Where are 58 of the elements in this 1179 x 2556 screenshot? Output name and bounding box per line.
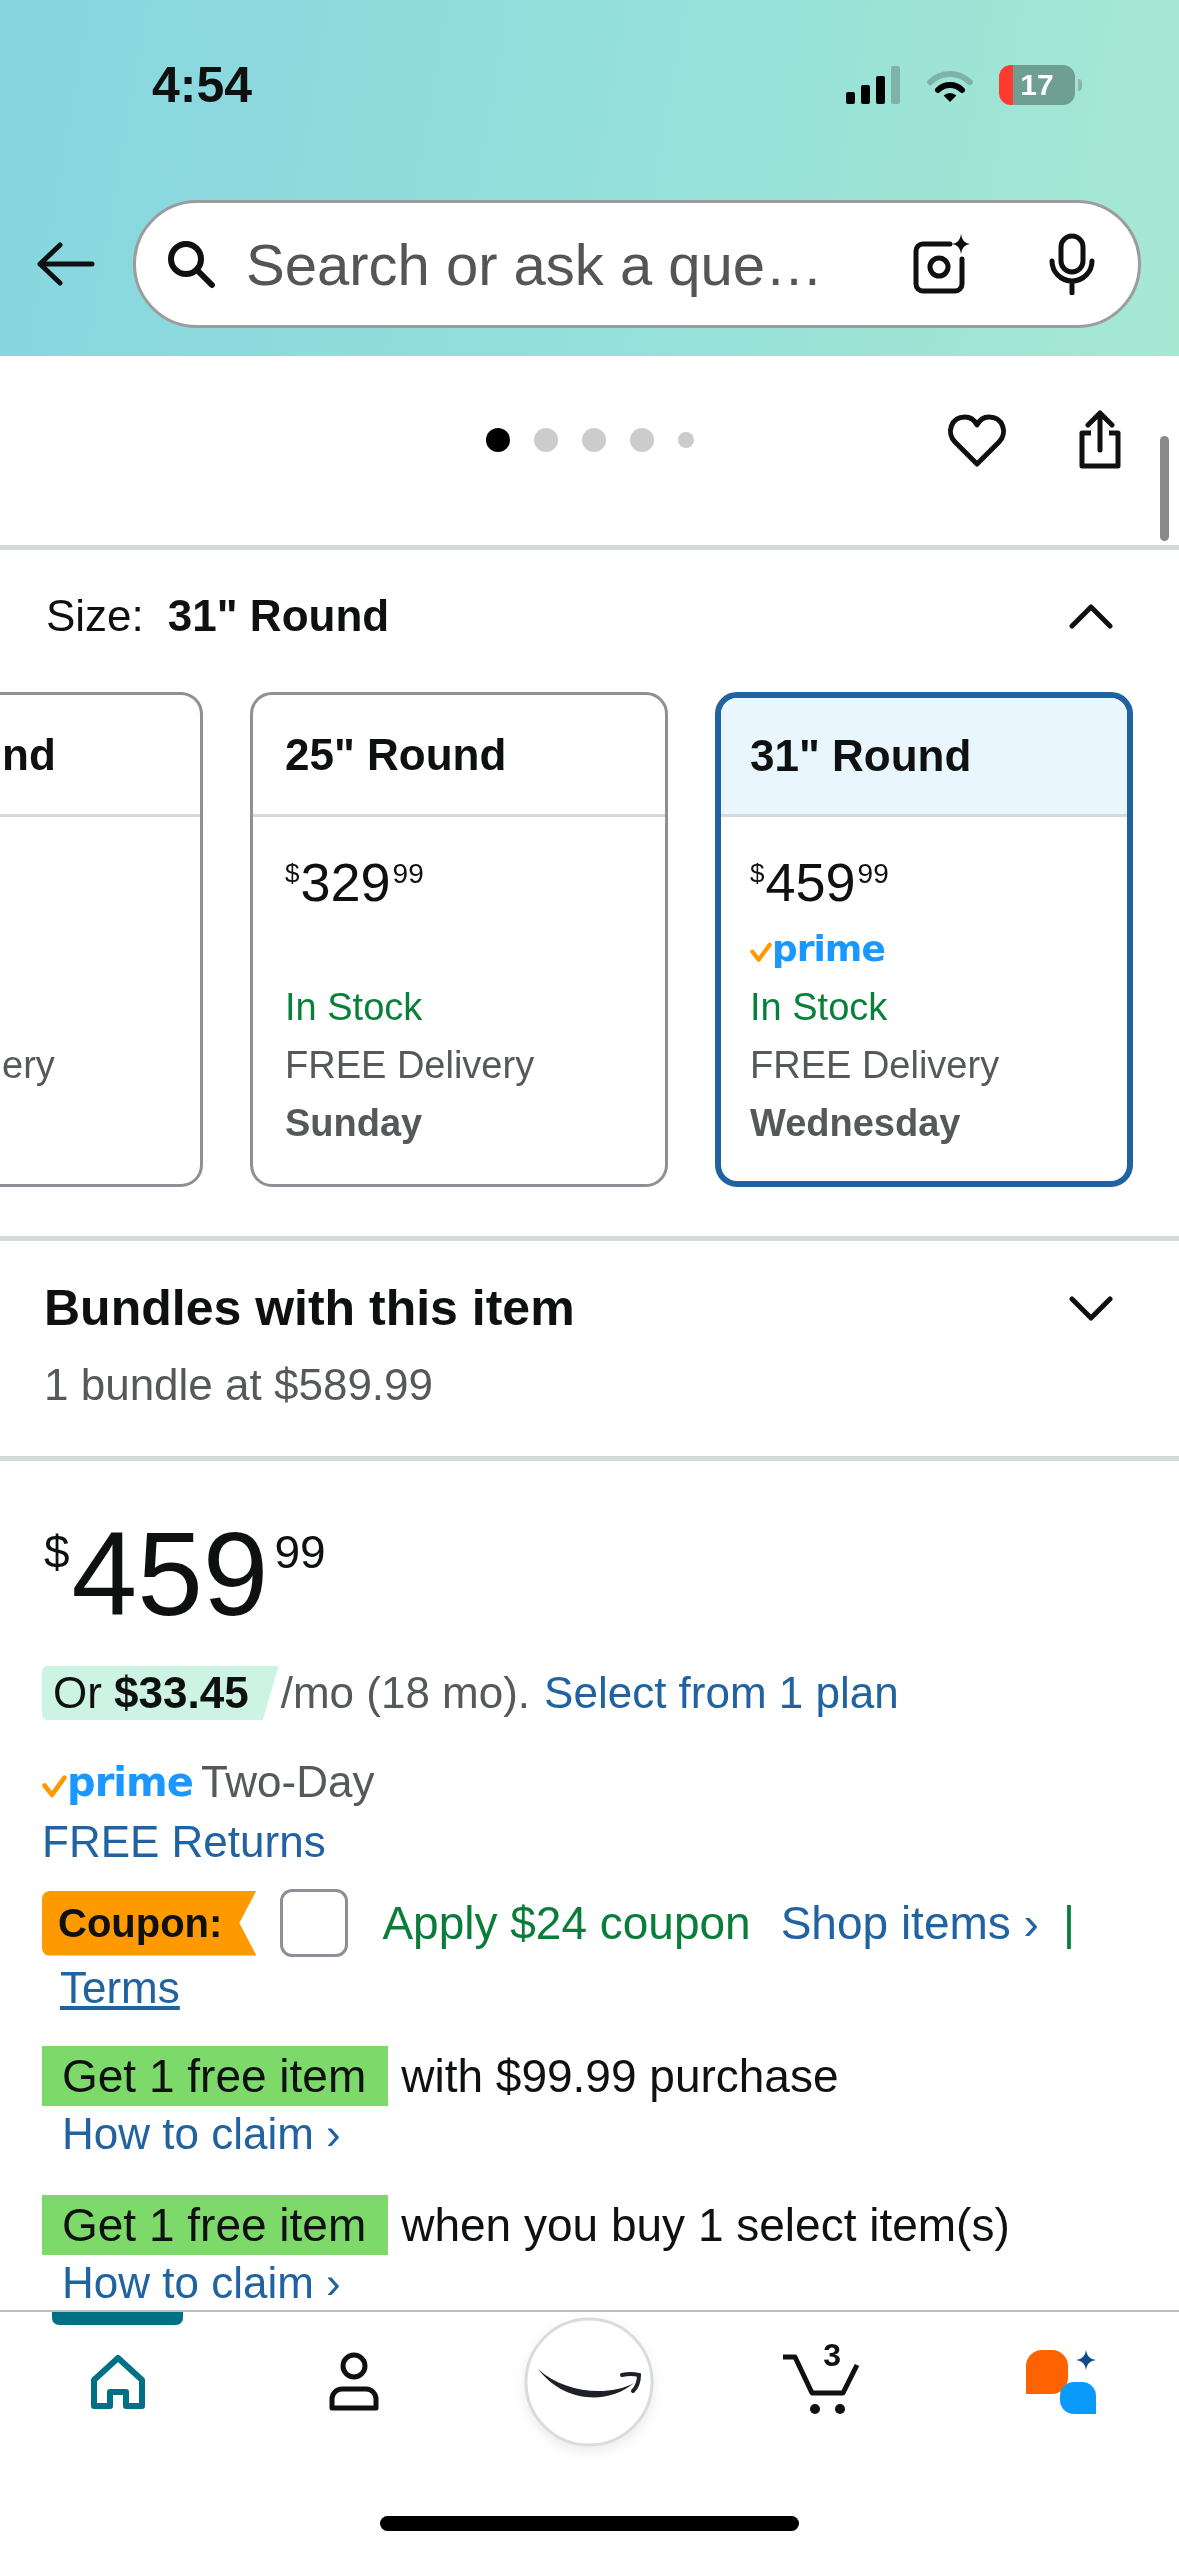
signal-icon: [846, 66, 901, 104]
how-to-claim-link[interactable]: How to claim ›: [62, 2109, 341, 2159]
microphone-icon[interactable]: [1047, 233, 1097, 295]
bundle-summary: 1 bundle at $589.99: [44, 1360, 434, 1410]
prime-label: prime: [772, 929, 885, 969]
smile-circle-icon: [524, 2317, 655, 2447]
size-option-card[interactable]: nd ery: [0, 692, 203, 1187]
status-time: 4:54: [152, 56, 253, 114]
chevron-icon[interactable]: [1069, 602, 1113, 630]
delivery-label: ery: [2, 1043, 55, 1087]
promo-text: with $99.99 purchase: [401, 2049, 839, 2103]
prime-label: prime: [67, 1760, 193, 1804]
option-title: 25" Round: [285, 729, 507, 780]
section-title: Bundles with this item: [44, 1279, 575, 1337]
promo-badge: Get 1 free item: [42, 2046, 389, 2106]
size-label: Size:: [46, 591, 144, 641]
stock-status: In Stock: [750, 985, 888, 1029]
coupon-badge: Coupon:: [42, 1890, 257, 1956]
check-icon: [42, 1774, 67, 1798]
delivery-day: Sunday: [285, 1101, 423, 1145]
cart-tab[interactable]: 3: [707, 2312, 944, 2452]
heart-icon[interactable]: [946, 412, 1008, 468]
coupon-checkbox[interactable]: [280, 1889, 349, 1957]
battery-level: 17: [999, 65, 1075, 105]
option-title: nd: [2, 729, 56, 780]
delivery-speed: Two-Day: [200, 1757, 375, 1807]
search-input[interactable]: Search or ask a que…: [246, 230, 913, 298]
camera-icon[interactable]: [913, 234, 971, 294]
delivery-label: FREE Delivery: [750, 1043, 1000, 1087]
back-arrow-icon[interactable]: [35, 241, 95, 287]
option-title: 31" Round: [750, 731, 972, 781]
promo-text: when you buy 1 select item(s): [401, 2198, 1010, 2252]
stock-status: In Stock: [285, 985, 423, 1029]
cart-count: 3: [823, 2339, 842, 2371]
page-dot[interactable]: [677, 432, 694, 448]
delivery-day: Wednesday: [750, 1101, 961, 1145]
page-dot[interactable]: [581, 428, 606, 452]
size-value: 31" Round: [167, 591, 390, 641]
battery-tip-icon: [1078, 79, 1082, 91]
chevron-icon[interactable]: [1069, 1294, 1113, 1322]
search-bar[interactable]: Search or ask a que…: [133, 200, 1141, 328]
page-dot[interactable]: [629, 428, 654, 452]
shop-items-link[interactable]: Shop items ›: [780, 1896, 1039, 1950]
link-separator: |: [1062, 1896, 1075, 1950]
how-to-claim-link[interactable]: How to claim ›: [62, 2258, 341, 2308]
delivery-label: FREE Delivery: [285, 1043, 535, 1087]
promo-badge: Get 1 free item: [42, 2195, 389, 2255]
home-icon: [88, 2355, 147, 2409]
terms-link[interactable]: Terms: [60, 1963, 180, 2013]
payment-term: /mo (18 mo).: [280, 1668, 531, 1718]
check-icon: [750, 942, 772, 963]
select-plan-link[interactable]: Select from 1 plan: [544, 1668, 899, 1718]
coupon-text: Apply $24 coupon: [382, 1896, 751, 1950]
returns-link[interactable]: FREE Returns: [42, 1817, 326, 1867]
page-dot[interactable]: [485, 428, 510, 452]
monthly-payment: Or $33.45: [42, 1666, 279, 1720]
search-icon: [166, 239, 216, 289]
page-dot[interactable]: [533, 428, 558, 452]
